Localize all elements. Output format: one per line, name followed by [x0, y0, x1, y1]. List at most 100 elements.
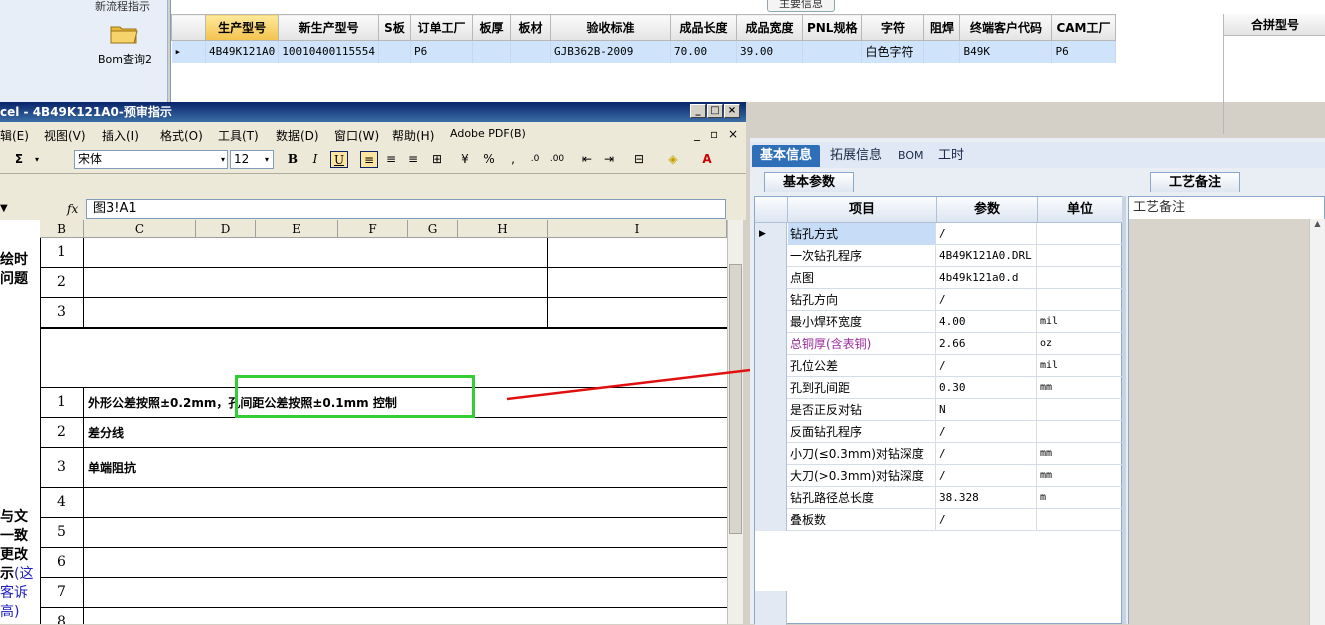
- param-unit[interactable]: mil: [1038, 311, 1122, 333]
- align-right-icon[interactable]: ≡: [404, 151, 422, 168]
- param-name[interactable]: 反面钻孔程序: [788, 421, 936, 443]
- borders-icon[interactable]: ⊟: [630, 151, 648, 168]
- param-row[interactable]: 孔到孔间距 0.30 mm: [755, 377, 1123, 399]
- param-unit[interactable]: [1038, 289, 1122, 311]
- size-dropdown-icon[interactable]: ▾: [258, 151, 276, 168]
- param-unit[interactable]: mm: [1038, 443, 1122, 465]
- param-value[interactable]: /: [937, 421, 1037, 443]
- col-header[interactable]: 新生产型号: [278, 14, 379, 41]
- col-header[interactable]: 成品长度: [669, 14, 737, 41]
- menu-view[interactable]: 视图(V): [44, 127, 86, 144]
- param-name[interactable]: 孔位公差: [788, 355, 936, 377]
- param-row[interactable]: 一次钻孔程序 4B49K121A0.DRL: [755, 245, 1123, 267]
- param-row[interactable]: 钻孔路径总长度 38.328 m: [755, 487, 1123, 509]
- close-button[interactable]: ×: [724, 104, 740, 118]
- param-unit[interactable]: [1038, 399, 1122, 421]
- col-header[interactable]: 阻焊: [923, 14, 961, 41]
- col-header-e[interactable]: E: [256, 220, 338, 238]
- col-header[interactable]: PNL规格: [801, 14, 863, 41]
- col-header-unit[interactable]: 单位: [1038, 197, 1123, 223]
- param-name[interactable]: 大刀(>0.3mm)对钻深度: [788, 465, 936, 487]
- table-cell[interactable]: [472, 40, 511, 63]
- table-cell[interactable]: [510, 40, 551, 63]
- table-cell[interactable]: B49K: [959, 40, 1053, 63]
- table-cell[interactable]: [802, 40, 863, 63]
- doc-restore-icon[interactable]: ▫: [710, 127, 718, 141]
- col-header-item[interactable]: 项目: [788, 197, 937, 223]
- menu-window[interactable]: 窗口(W): [334, 127, 379, 144]
- param-name[interactable]: 钻孔路径总长度: [788, 487, 936, 509]
- table-row[interactable]: 6: [40, 548, 727, 578]
- worksheet[interactable]: B C D E F G H I 绘时 问题 与文 一致 更改 示(这 客诉 高)…: [0, 220, 727, 624]
- col-header-c[interactable]: C: [84, 220, 196, 238]
- param-row[interactable]: 孔位公差 / mil: [755, 355, 1123, 377]
- tab-basic-params[interactable]: 基本参数: [764, 172, 854, 192]
- param-name[interactable]: 钻孔方式: [788, 223, 936, 245]
- param-row[interactable]: 小刀(≤0.3mm)对钻深度 / mm: [755, 443, 1123, 465]
- table-cell[interactable]: GJB362B-2009: [550, 40, 671, 63]
- table-row[interactable]: 3: [40, 298, 727, 328]
- align-left-icon[interactable]: ≡: [360, 151, 378, 168]
- vertical-scrollbar[interactable]: [727, 220, 743, 624]
- menu-format[interactable]: 格式(O): [160, 127, 203, 144]
- folder-icon[interactable]: [110, 22, 138, 44]
- param-name[interactable]: 一次钻孔程序: [788, 245, 936, 267]
- table-row[interactable]: 2 差分线: [40, 418, 727, 448]
- table-cell[interactable]: 70.00: [670, 40, 737, 63]
- param-name[interactable]: 是否正反对钻: [788, 399, 936, 421]
- col-header[interactable]: 板材: [509, 14, 551, 41]
- col-header[interactable]: 验收标准: [549, 14, 671, 41]
- fill-color-icon[interactable]: ◈: [664, 151, 682, 168]
- table-cell[interactable]: 39.00: [736, 40, 803, 63]
- name-box-dropdown-icon[interactable]: ▼: [0, 199, 18, 219]
- col-header[interactable]: S板: [377, 14, 411, 41]
- param-name[interactable]: 钻孔方向: [788, 289, 936, 311]
- param-value[interactable]: /: [937, 289, 1037, 311]
- currency-icon[interactable]: ¥: [456, 151, 474, 168]
- param-unit[interactable]: [1038, 245, 1122, 267]
- formula-input[interactable]: 图3!A1: [86, 199, 726, 219]
- table-row[interactable]: 4: [40, 488, 727, 518]
- table-cell[interactable]: P6: [1051, 40, 1116, 63]
- menu-help[interactable]: 帮助(H): [392, 127, 434, 144]
- tab-bom[interactable]: BOM: [890, 145, 932, 167]
- param-name[interactable]: 点图: [788, 267, 936, 289]
- param-unit[interactable]: mm: [1038, 465, 1122, 487]
- tab-process-notes[interactable]: 工艺备注: [1150, 172, 1240, 192]
- merge-model-header[interactable]: 合拼型号: [1224, 14, 1325, 36]
- param-row[interactable]: 叠板数 /: [755, 509, 1123, 531]
- table-row[interactable]: 8: [40, 608, 727, 624]
- col-header[interactable]: 成品宽度: [735, 14, 803, 41]
- param-value[interactable]: 38.328: [937, 487, 1037, 509]
- tab-extended-info[interactable]: 拓展信息: [822, 145, 890, 167]
- param-row[interactable]: 最小焊环宽度 4.00 mil: [755, 311, 1123, 333]
- autosum-icon[interactable]: Σ: [10, 151, 28, 168]
- table-row[interactable]: 2: [40, 268, 727, 298]
- param-unit[interactable]: mm: [1038, 377, 1122, 399]
- maximize-button[interactable]: □: [707, 104, 723, 118]
- table-cell[interactable]: P6: [410, 40, 473, 63]
- decrease-indent-icon[interactable]: ⇤: [578, 151, 596, 168]
- percent-icon[interactable]: %: [480, 151, 498, 168]
- col-header-b[interactable]: B: [40, 220, 84, 238]
- table-row[interactable]: ▸ 4B49K121A0 10010400115554 P6 GJB362B-2…: [171, 40, 1116, 63]
- param-unit[interactable]: m: [1038, 487, 1122, 509]
- menu-data[interactable]: 数据(D): [276, 127, 319, 144]
- col-header-i[interactable]: I: [548, 220, 727, 238]
- tab-work-hours[interactable]: 工时: [930, 145, 972, 167]
- table-row[interactable]: 3 单端阻抗: [40, 448, 727, 488]
- param-unit[interactable]: [1038, 509, 1122, 531]
- param-value[interactable]: /: [937, 355, 1037, 377]
- menu-adobe-pdf[interactable]: Adobe PDF(B): [450, 127, 526, 140]
- col-header-d[interactable]: D: [196, 220, 256, 238]
- param-row[interactable]: 总铜厚(含表铜) 2.66 oz: [755, 333, 1123, 355]
- italic-icon[interactable]: I: [306, 151, 324, 168]
- param-value[interactable]: 4.00: [937, 311, 1037, 333]
- param-value[interactable]: N: [937, 399, 1037, 421]
- col-header[interactable]: 订单工厂: [409, 14, 473, 41]
- increase-decimal-icon[interactable]: .0: [526, 151, 544, 168]
- menu-edit[interactable]: 辑(E): [0, 127, 29, 144]
- table-cell[interactable]: [378, 40, 411, 63]
- col-header-param[interactable]: 参数: [937, 197, 1038, 223]
- excel-titlebar[interactable]: cel - 4B49K121A0-预审指示 _ □ ×: [0, 102, 746, 122]
